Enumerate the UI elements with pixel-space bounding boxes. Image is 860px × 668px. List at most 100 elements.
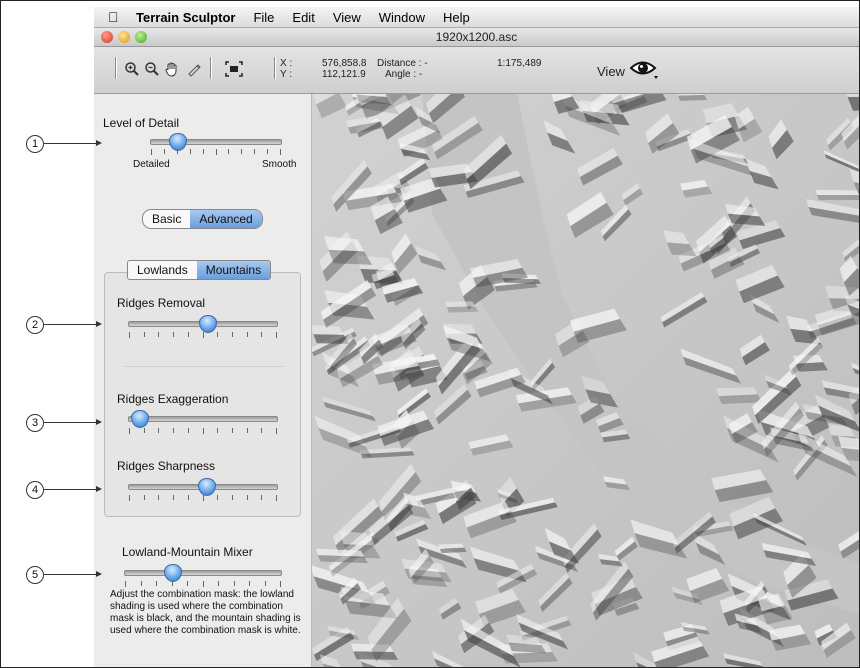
mode-toggle[interactable]: Basic Advanced: [142, 209, 263, 229]
slider-tick: [247, 332, 248, 337]
menu-file[interactable]: File: [253, 10, 274, 25]
callout-4: 4: [26, 481, 44, 499]
menu-edit[interactable]: Edit: [292, 10, 314, 25]
slider-tick: [125, 581, 126, 587]
slider-tick: [280, 581, 281, 587]
ridges-exaggeration-slider[interactable]: [128, 410, 278, 428]
basic-mode-button[interactable]: Basic: [143, 210, 190, 228]
slider-tick: [203, 149, 204, 154]
slider-tick: [144, 428, 145, 433]
tab-lowlands[interactable]: Lowlands: [128, 261, 197, 279]
callout-arrow-head: [96, 486, 102, 492]
y-value: 112,121.9: [322, 69, 366, 80]
slider-tick: [129, 428, 130, 434]
y-label: Y :: [280, 69, 293, 80]
slider-tick: [234, 581, 235, 586]
fit-extent-icon[interactable]: [225, 61, 243, 77]
zoom-in-icon[interactable]: [124, 61, 140, 77]
x-label: X :: [280, 58, 293, 69]
slider-tick: [232, 428, 233, 433]
callout-5: 5: [26, 566, 44, 584]
slider-tick: [203, 495, 204, 501]
callout-arrow-head: [96, 140, 102, 146]
settings-panel: Level of Detail Detailed Smooth Basic Ad…: [94, 94, 312, 667]
x-value: 576,858.8: [322, 58, 367, 69]
detailed-label: Detailed: [133, 159, 170, 170]
slider-tick: [129, 495, 130, 501]
ridge-shadow: [678, 94, 708, 101]
mixer-description: Adjust the combination mask: the lowland…: [110, 589, 301, 636]
slider-tick: [188, 428, 189, 433]
slider-tick: [265, 581, 266, 586]
menu-view[interactable]: View: [333, 10, 361, 25]
slider-ticks: [129, 428, 277, 434]
ridge-shadow: [446, 306, 479, 313]
slider-tick: [218, 581, 219, 586]
slider-tick: [232, 495, 233, 500]
slider-tick: [203, 581, 204, 587]
angle-readout: Angle : -: [385, 69, 423, 80]
slider-ticks: [151, 149, 281, 155]
slider-tick: [173, 332, 174, 337]
slider-tick: [151, 149, 152, 155]
window-title-bar: 1920x1200.asc: [94, 28, 859, 47]
slider-tick: [187, 581, 188, 586]
smooth-label: Smooth: [262, 159, 297, 170]
view-label: View: [597, 64, 625, 79]
slider-tick: [203, 332, 204, 338]
figure-frame:  Terrain Sculptor File Edit View Window…: [0, 0, 860, 668]
menu-help[interactable]: Help: [443, 10, 470, 25]
callout-arrow: [44, 489, 96, 490]
shaded-relief-map[interactable]: [312, 94, 859, 667]
slider-tick: [249, 581, 250, 586]
slider-tick: [276, 332, 277, 338]
slider-tick: [188, 495, 189, 500]
apple-icon[interactable]: : [108, 9, 124, 25]
callout-3: 3: [26, 414, 44, 432]
callout-1: 1: [26, 135, 44, 153]
toolbar-separator: [115, 57, 116, 79]
toolbar: X : Y : 576,858.8 112,121.9 Distance : -…: [94, 47, 859, 94]
tab-mountains[interactable]: Mountains: [196, 261, 271, 279]
ridges-removal-title: Ridges Removal: [117, 296, 206, 310]
slider-tick: [144, 495, 145, 500]
slider-tick: [216, 149, 217, 155]
ridges-exaggeration-title: Ridges Exaggeration: [117, 392, 229, 406]
advanced-mode-button[interactable]: Advanced: [190, 210, 262, 228]
slider-tick: [158, 495, 159, 500]
level-of-detail-title: Level of Detail: [103, 116, 180, 130]
slider-tick: [141, 581, 142, 586]
slider-tick: [261, 495, 262, 500]
terrain-image: [312, 94, 859, 667]
slider-tick: [203, 428, 204, 434]
menu-app-name[interactable]: Terrain Sculptor: [136, 10, 235, 25]
slider-tick: [156, 581, 157, 586]
mixer-slider[interactable]: [124, 564, 282, 582]
slider-tick: [190, 149, 191, 154]
callout-arrow: [44, 574, 96, 575]
ridge-shadow: [816, 194, 859, 201]
zoom-out-icon[interactable]: [144, 61, 160, 77]
terrain-tabs[interactable]: Lowlands Mountains: [127, 260, 272, 280]
ridges-removal-slider[interactable]: [128, 315, 278, 333]
slider-tick: [217, 495, 218, 500]
measure-icon[interactable]: [186, 61, 202, 77]
menu-bar:  Terrain Sculptor File Edit View Window…: [94, 7, 859, 28]
slider-tick: [173, 495, 174, 500]
callout-arrow: [44, 422, 96, 423]
level-of-detail-slider[interactable]: [150, 133, 282, 151]
hand-icon[interactable]: [164, 61, 180, 77]
ridges-sharpness-slider[interactable]: [128, 478, 278, 496]
slider-tick: [129, 332, 130, 338]
slider-tick: [254, 149, 255, 154]
callout-arrow-head: [96, 321, 102, 327]
window-title: 1920x1200.asc: [435, 30, 518, 44]
slider-knob[interactable]: [163, 564, 182, 582]
eye-icon[interactable]: [629, 59, 658, 79]
slider-tick: [247, 428, 248, 433]
slider-tick: [261, 332, 262, 337]
section-divider: [124, 366, 284, 367]
slider-tick: [217, 332, 218, 337]
menu-window[interactable]: Window: [379, 10, 425, 25]
mixer-title: Lowland-Mountain Mixer: [122, 545, 253, 559]
